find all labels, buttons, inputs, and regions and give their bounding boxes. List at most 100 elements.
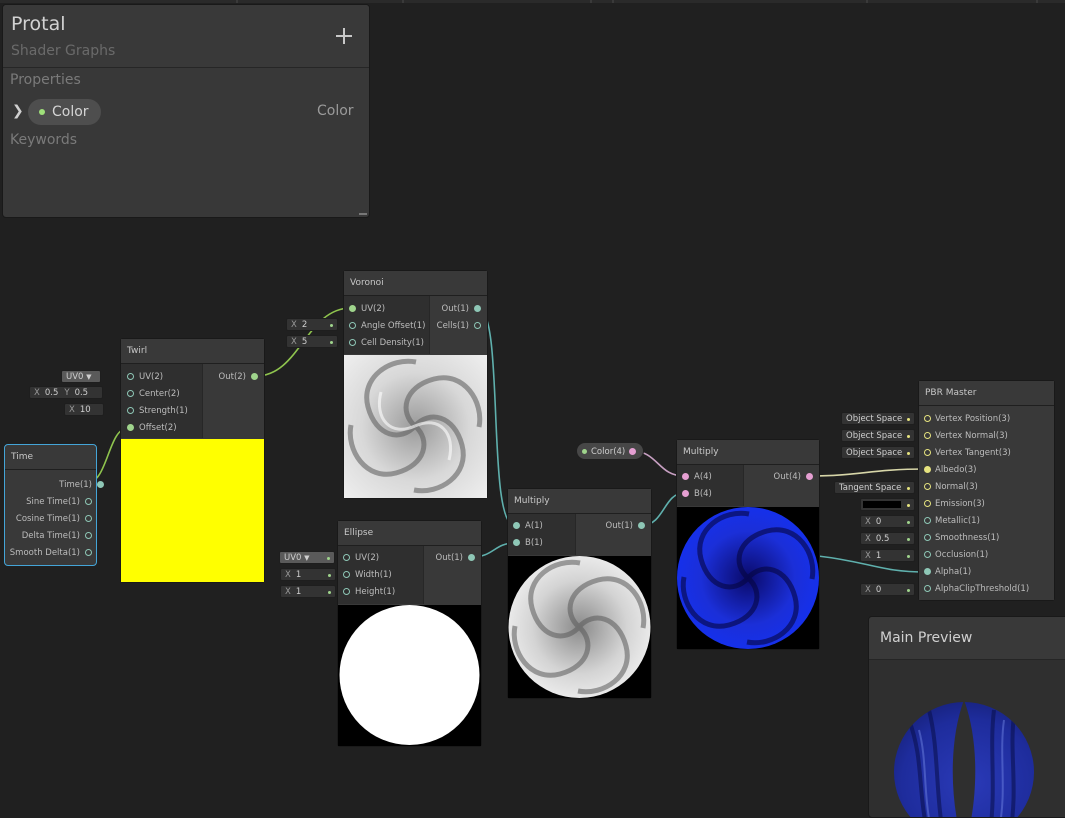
input-port[interactable]: Height(1) xyxy=(343,584,395,601)
color-property-node[interactable]: Color(4) xyxy=(576,442,644,460)
port-connector-icon[interactable] xyxy=(127,424,134,431)
port-connector-icon[interactable] xyxy=(682,490,689,497)
output-port[interactable]: Out(1) xyxy=(436,550,475,567)
uv-channel-dropdown[interactable]: UV0 ▼ xyxy=(61,370,101,383)
port-connector-icon[interactable] xyxy=(85,515,92,522)
input-port[interactable]: Alpha(1) xyxy=(924,564,971,581)
port-connector-icon[interactable] xyxy=(85,498,92,505)
port-connector-icon[interactable] xyxy=(513,539,520,546)
port-connector-icon[interactable] xyxy=(343,588,350,595)
output-port[interactable]: Smooth Delta(1) xyxy=(10,545,92,562)
input-port[interactable]: AlphaClipThreshold(1) xyxy=(924,581,1029,598)
node-multiply-2[interactable]: Multiply A(4) B(4) Out(4) xyxy=(676,439,820,650)
center-input[interactable]: X 0.5 Y 0.5 xyxy=(29,386,103,399)
node-multiply-1[interactable]: Multiply A(1) B(1) Out(1) xyxy=(507,488,652,699)
input-port[interactable]: A(1) xyxy=(513,518,543,535)
input-port[interactable]: UV(2) xyxy=(127,369,163,386)
input-port[interactable]: Cell Density(1) xyxy=(349,335,424,352)
port-connector-icon[interactable] xyxy=(629,448,636,455)
output-port[interactable]: Cells(1) xyxy=(437,318,481,335)
node-ellipse[interactable]: Ellipse UV(2) Width(1) Height(1) Out(1) xyxy=(337,520,482,747)
output-port[interactable]: Time(1) xyxy=(59,477,104,494)
input-port[interactable]: Occlusion(1) xyxy=(924,547,988,564)
port-connector-icon[interactable] xyxy=(127,373,134,380)
port-connector-icon[interactable] xyxy=(682,473,689,480)
port-connector-icon[interactable] xyxy=(343,554,350,561)
port-connector-icon[interactable] xyxy=(638,522,645,529)
main-preview-window[interactable]: Main Preview xyxy=(868,616,1065,818)
input-port[interactable]: Normal(3) xyxy=(924,479,978,496)
input-port[interactable]: UV(2) xyxy=(343,550,379,567)
port-connector-icon[interactable] xyxy=(924,432,931,439)
port-connector-icon[interactable] xyxy=(127,390,134,397)
strength-input[interactable]: X 10 xyxy=(64,403,104,416)
output-port[interactable]: Out(2) xyxy=(219,369,258,386)
resize-grip-icon[interactable] xyxy=(359,210,367,215)
smoothness-input[interactable]: X 0.5 xyxy=(860,532,915,545)
chevron-right-icon[interactable]: ❯ xyxy=(12,103,24,119)
output-port[interactable]: Delta Time(1) xyxy=(22,528,92,545)
output-port[interactable]: Out(1) xyxy=(606,518,645,535)
input-port[interactable]: A(4) xyxy=(682,469,712,486)
input-port[interactable]: Offset(2) xyxy=(127,420,177,437)
width-input[interactable]: X1 xyxy=(280,568,336,581)
input-port[interactable]: UV(2) xyxy=(349,301,385,318)
node-pbr-master[interactable]: PBR Master Vertex Position(3) Vertex Nor… xyxy=(918,380,1055,601)
port-connector-icon[interactable] xyxy=(924,517,931,524)
port-connector-icon[interactable] xyxy=(251,373,258,380)
input-port[interactable]: Center(2) xyxy=(127,386,180,403)
port-connector-icon[interactable] xyxy=(127,407,134,414)
input-port[interactable]: Emission(3) xyxy=(924,496,985,513)
port-connector-icon[interactable] xyxy=(924,415,931,422)
port-connector-icon[interactable] xyxy=(924,449,931,456)
vertex-tangent-space[interactable]: Object Space xyxy=(841,446,915,459)
output-port[interactable]: Out(4) xyxy=(774,469,813,486)
vertex-normal-space[interactable]: Object Space xyxy=(841,429,915,442)
input-port[interactable]: Angle Offset(1) xyxy=(349,318,425,335)
port-connector-icon[interactable] xyxy=(924,585,931,592)
port-connector-icon[interactable] xyxy=(468,554,475,561)
port-connector-icon[interactable] xyxy=(924,483,931,490)
output-port[interactable]: Cosine Time(1) xyxy=(16,511,92,528)
port-connector-icon[interactable] xyxy=(349,322,356,329)
cell-density-input[interactable]: X5 xyxy=(286,335,338,348)
uv-channel-dropdown[interactable]: UV0 ▼ xyxy=(279,551,335,564)
input-port[interactable]: Width(1) xyxy=(343,567,392,584)
input-port[interactable]: B(4) xyxy=(682,486,712,503)
input-port[interactable]: Albedo(3) xyxy=(924,462,976,479)
property-pill-color[interactable]: Color xyxy=(28,99,101,125)
port-connector-icon[interactable] xyxy=(924,551,931,558)
input-port[interactable]: Vertex Tangent(3) xyxy=(924,445,1011,462)
alpha-clip-input[interactable]: X0 xyxy=(860,583,915,596)
port-connector-icon[interactable] xyxy=(806,473,813,480)
main-preview-sphere[interactable] xyxy=(869,660,1065,817)
node-voronoi[interactable]: Voronoi UV(2) Angle Offset(1) Cell Densi… xyxy=(343,270,488,499)
output-port[interactable]: Sine Time(1) xyxy=(26,494,92,511)
port-connector-icon[interactable] xyxy=(474,322,481,329)
port-connector-icon[interactable] xyxy=(97,481,104,488)
port-connector-icon[interactable] xyxy=(343,571,350,578)
output-port[interactable]: Out(1) xyxy=(442,301,481,318)
port-connector-icon[interactable] xyxy=(349,305,356,312)
input-port[interactable]: Strength(1) xyxy=(127,403,188,420)
input-port[interactable]: Metallic(1) xyxy=(924,513,980,530)
port-connector-icon[interactable] xyxy=(924,568,931,575)
emission-color-swatch[interactable] xyxy=(860,498,915,511)
node-time[interactable]: Time Time(1) Sine Time(1) Cosine Time(1)… xyxy=(4,444,104,566)
port-connector-icon[interactable] xyxy=(474,305,481,312)
port-connector-icon[interactable] xyxy=(85,549,92,556)
port-connector-icon[interactable] xyxy=(924,534,931,541)
port-connector-icon[interactable] xyxy=(924,500,931,507)
vertex-position-space[interactable]: Object Space xyxy=(841,412,915,425)
normal-space[interactable]: Tangent Space xyxy=(834,481,915,494)
port-connector-icon[interactable] xyxy=(85,532,92,539)
input-port[interactable]: Vertex Position(3) xyxy=(924,411,1010,428)
input-port[interactable]: Vertex Normal(3) xyxy=(924,428,1008,445)
metallic-input[interactable]: X0 xyxy=(860,515,915,528)
input-port[interactable]: B(1) xyxy=(513,535,543,552)
port-connector-icon[interactable] xyxy=(349,339,356,346)
occlusion-input[interactable]: X1 xyxy=(860,549,915,562)
port-connector-icon[interactable] xyxy=(924,466,931,473)
node-twirl[interactable]: Twirl UV(2) Center(2) Strength(1) Offset… xyxy=(120,338,265,583)
port-connector-icon[interactable] xyxy=(513,522,520,529)
